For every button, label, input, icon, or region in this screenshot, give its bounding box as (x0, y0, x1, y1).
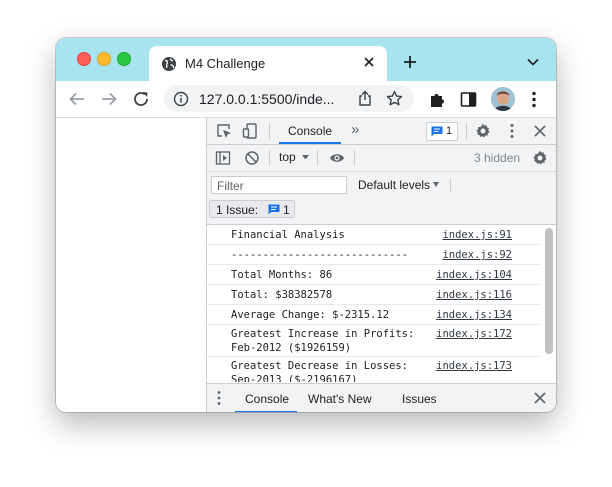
message-source-link[interactable]: index.js:91 (442, 228, 512, 242)
message-source-link[interactable]: index.js:172 (436, 327, 512, 341)
console-message: Greatest Decrease in Losses: Sep-2013 ($… (207, 357, 540, 382)
toolbar-divider (269, 150, 270, 166)
live-expression-eye-icon[interactable] (329, 150, 345, 166)
dropdown-caret-icon (302, 155, 309, 160)
profile-avatar[interactable] (491, 87, 515, 111)
browser-window: M4 Challenge 127.0.0.1:5500/inde... Cons… (56, 38, 556, 412)
console-message: Financial Analysis index.js:91 (207, 225, 540, 245)
issues-count: 1 (446, 125, 453, 137)
site-info-icon[interactable] (173, 91, 189, 107)
globe-icon (162, 57, 176, 71)
drawer-tab-console[interactable]: Console (245, 392, 289, 406)
address-bar[interactable]: 127.0.0.1:5500/inde... (164, 85, 414, 112)
issues-counter-button[interactable]: 1 (426, 122, 458, 141)
console-message: Total: $38382578 index.js:116 (207, 285, 540, 305)
console-message: Total Months: 86 index.js:104 (207, 265, 540, 285)
drawer-tab-issues[interactable]: Issues (402, 392, 437, 406)
console-message: ---------------------------- index.js:92 (207, 245, 540, 265)
console-scrollbar-thumb[interactable] (545, 228, 553, 354)
toolbar-divider (466, 123, 467, 139)
issues-button-count: 1 (283, 203, 290, 217)
tab-close-icon[interactable] (361, 54, 377, 70)
browser-tab[interactable]: M4 Challenge (149, 46, 387, 81)
page-viewport (56, 118, 207, 412)
toolbar-divider (354, 150, 355, 166)
devtools-panel: Console » 1 top 3 hidden Filter Default … (207, 118, 556, 412)
message-text: Greatest Increase in Profits: Feb-2012 (… (231, 328, 415, 354)
console-toolbar: top 3 hidden (207, 145, 556, 172)
console-settings-gear-icon[interactable] (532, 150, 548, 166)
message-source-link[interactable]: index.js:92 (442, 248, 512, 262)
browser-menu-icon[interactable] (531, 91, 537, 108)
window-close-button[interactable] (77, 52, 91, 66)
browser-toolbar: 127.0.0.1:5500/inde... (56, 81, 556, 118)
tab-search-chevron-icon[interactable] (526, 57, 540, 67)
extensions-puzzle-icon[interactable] (429, 91, 446, 108)
drawer-tab-whats-new[interactable]: What's New (308, 392, 372, 406)
message-text: Financial Analysis (231, 229, 345, 241)
bookmark-star-icon[interactable] (386, 90, 403, 107)
back-arrow-icon[interactable] (68, 91, 86, 107)
issues-row: 1 Issue: 1 (207, 198, 556, 225)
active-drawer-tab-indicator (235, 411, 297, 412)
settings-gear-icon[interactable] (475, 123, 491, 139)
console-message: Greatest Increase in Profits: Feb-2012 (… (207, 325, 540, 357)
url-text[interactable]: 127.0.0.1:5500/inde... (199, 91, 334, 107)
show-sidebar-icon[interactable] (215, 150, 231, 166)
console-filter-row: Filter Default levels (207, 172, 556, 198)
console-output: Financial Analysis index.js:91 ---------… (207, 225, 556, 382)
tab-title: M4 Challenge (185, 56, 266, 71)
window-maximize-button[interactable] (117, 52, 131, 66)
message-text: Total: $38382578 (231, 289, 333, 301)
message-source-link[interactable]: index.js:173 (436, 359, 512, 373)
toolbar-divider (269, 123, 270, 139)
message-source-link[interactable]: index.js:134 (436, 308, 512, 322)
side-panel-icon[interactable] (460, 91, 477, 108)
issue-message-icon (268, 204, 280, 215)
issues-button[interactable]: 1 Issue: 1 (209, 200, 295, 218)
hidden-messages-count: 3 hidden (474, 151, 521, 165)
tab-strip: M4 Challenge (56, 38, 556, 81)
inspect-element-icon[interactable] (216, 123, 232, 139)
active-tab-indicator (279, 142, 341, 144)
message-text: Average Change: $-2315.12 (231, 309, 390, 321)
console-message: Average Change: $-2315.12 index.js:134 (207, 305, 540, 325)
devtools-tab-bar: Console » 1 (207, 118, 556, 145)
log-levels-dropdown[interactable]: Default levels (358, 178, 430, 192)
device-toolbar-icon[interactable] (242, 123, 258, 139)
tab-console[interactable]: Console (279, 118, 341, 144)
toolbar-divider (317, 150, 318, 166)
message-source-link[interactable]: index.js:116 (436, 288, 512, 302)
new-tab-icon[interactable] (402, 54, 418, 70)
devtools-drawer-tabs: Console What's New Issues (207, 383, 556, 412)
clear-console-icon[interactable] (244, 150, 260, 166)
issues-button-label: 1 Issue: (216, 203, 259, 217)
message-source-link[interactable]: index.js:104 (436, 268, 512, 282)
drawer-menu-icon[interactable] (216, 390, 222, 406)
context-selector[interactable]: top (279, 150, 296, 164)
message-text: ---------------------------- (231, 249, 409, 261)
share-icon[interactable] (357, 90, 373, 107)
devtools-menu-icon[interactable] (504, 123, 520, 139)
message-text: Total Months: 86 (231, 269, 333, 281)
more-tabs-button[interactable]: » (351, 121, 359, 138)
forward-arrow-icon[interactable] (100, 91, 118, 107)
window-minimize-button[interactable] (97, 52, 111, 66)
reload-icon[interactable] (133, 91, 151, 107)
toolbar-divider (450, 178, 451, 192)
issue-message-icon (431, 126, 443, 137)
close-devtools-icon[interactable] (532, 123, 548, 139)
levels-caret-icon (433, 182, 439, 187)
message-text: Greatest Decrease in Losses: Sep-2013 ($… (231, 360, 409, 382)
filter-input[interactable]: Filter (211, 176, 347, 194)
close-drawer-icon[interactable] (532, 390, 548, 406)
tab-console-label: Console (288, 124, 333, 138)
